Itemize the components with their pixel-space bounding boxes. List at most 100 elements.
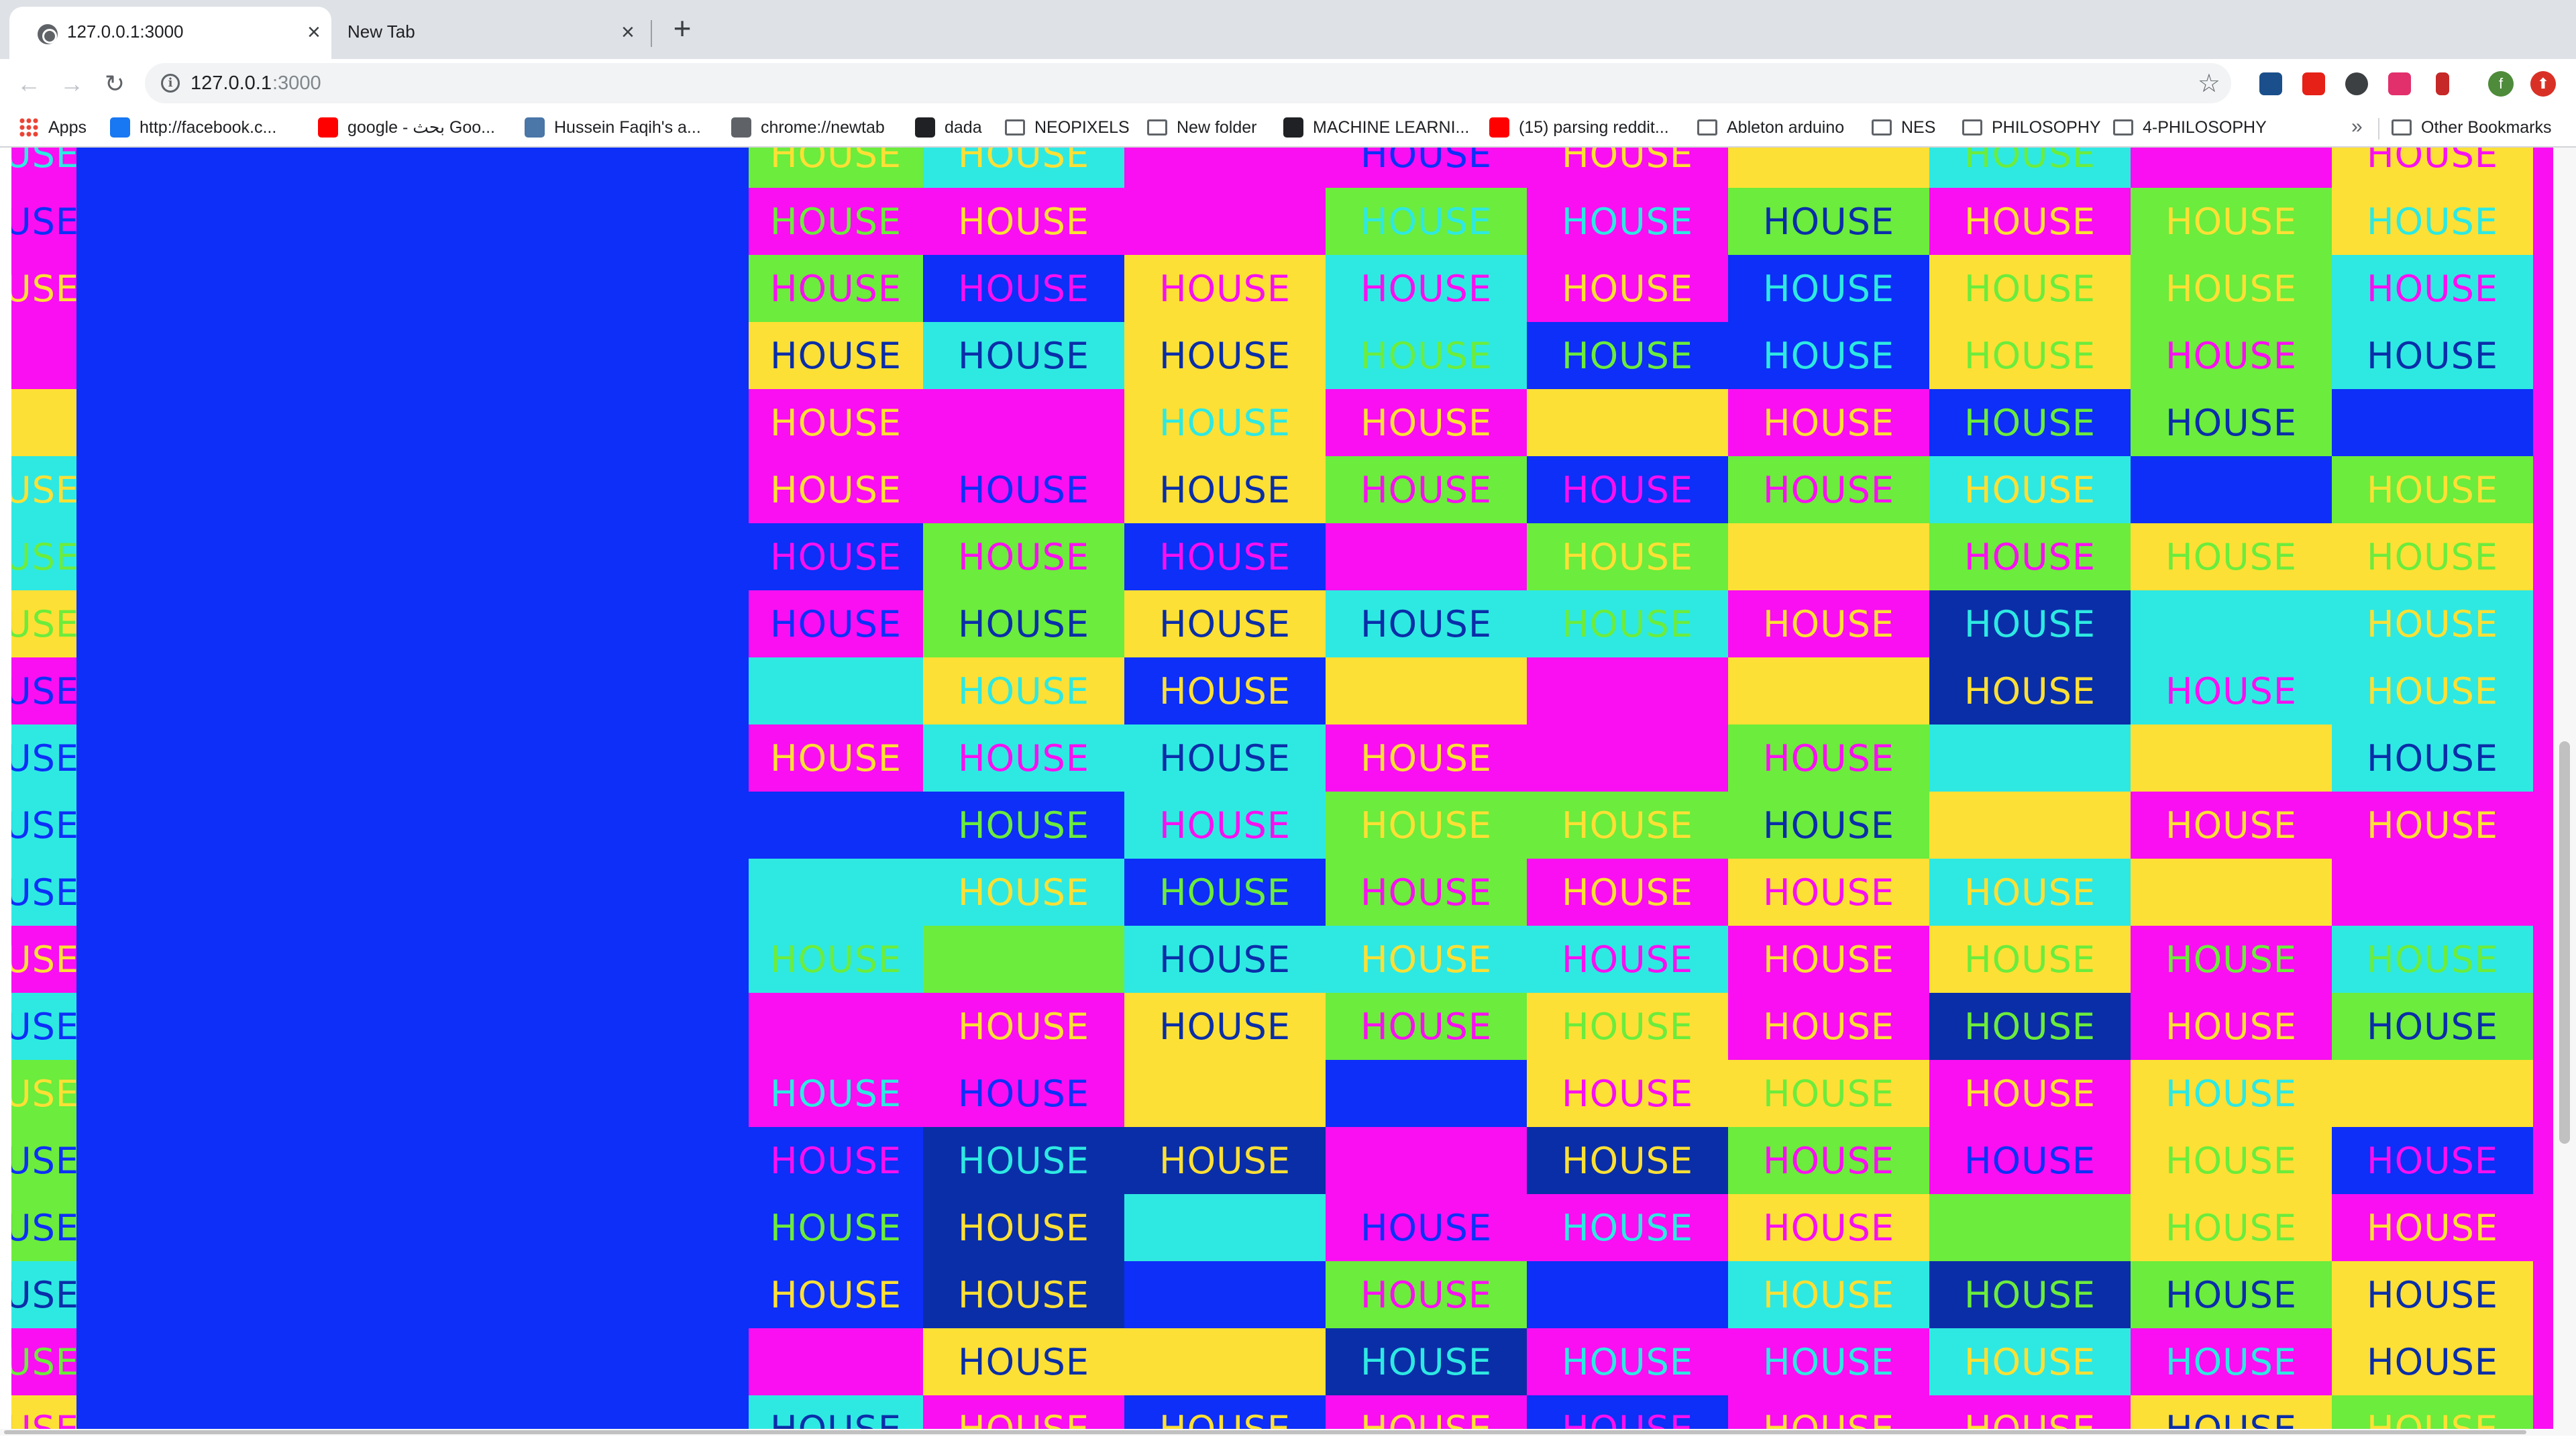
horizontal-scrollbar[interactable] — [0, 1429, 2553, 1436]
site-info-icon[interactable]: i — [161, 74, 180, 93]
other-bookmarks[interactable]: Other Bookmarks — [2392, 114, 2552, 141]
scrollbar-thumb[interactable] — [2559, 741, 2570, 1144]
bookmark-item[interactable]: dada — [915, 114, 982, 141]
extension-chart-icon[interactable] — [2259, 72, 2282, 95]
house-tile: HOUSE — [1728, 792, 1929, 859]
new-tab-button[interactable]: + — [667, 13, 697, 44]
house-tile — [923, 389, 1124, 456]
bookmark-label: NES — [1901, 117, 1936, 137]
bookmark-label: (15) parsing reddit... — [1519, 117, 1669, 137]
bookmark-label: NEOPIXELS — [1034, 117, 1130, 137]
house-tile: HOUSE — [1326, 993, 1527, 1060]
house-label: HOUSE — [1762, 1005, 1895, 1048]
house-tile: HOUSE — [1728, 993, 1929, 1060]
forward-button[interactable]: → — [54, 66, 90, 102]
bookmark-item[interactable]: NEOPIXELS — [1005, 114, 1130, 141]
bookmark-item[interactable]: Hussein Faqih's a... — [525, 114, 701, 141]
house-tile — [1124, 1194, 1326, 1261]
house-tile: HOUSE — [1527, 590, 1728, 657]
house-tile: HOUSE — [1728, 1328, 1929, 1395]
reload-button[interactable]: ↻ — [97, 66, 133, 102]
bookmark-item[interactable]: Ableton arduino — [1697, 114, 1844, 141]
house-label: HOUSE — [769, 267, 902, 310]
house-label: HOUSE — [2366, 1139, 2499, 1182]
house-tile: HOUSE — [1326, 188, 1527, 255]
house-label: HOUSE — [2165, 938, 2298, 981]
globe-icon — [38, 24, 58, 44]
house-label: HOUSE — [1561, 1206, 1694, 1249]
menu-update-icon[interactable]: ⬆ — [2530, 71, 2556, 97]
house-tile — [1326, 523, 1527, 590]
house-tile: HOUSE — [1124, 859, 1326, 926]
house-tile — [1527, 389, 1728, 456]
house-tile: HOUSE — [2131, 389, 2332, 456]
bookmark-item[interactable]: New folder — [1147, 114, 1257, 141]
bookmark-item[interactable]: http://facebook.c... — [110, 114, 276, 141]
house-label: HOUSE — [1159, 535, 1291, 578]
house-label: HOUSE — [2165, 535, 2298, 578]
vertical-scrollbar[interactable] — [2553, 148, 2576, 1436]
profile-avatar[interactable]: f — [2488, 71, 2514, 97]
extension-instagram-icon[interactable] — [2388, 72, 2411, 95]
house-label: HOUSE — [769, 938, 902, 981]
address-bar[interactable]: i 127.0.0.1 :3000 ☆ — [145, 63, 2231, 103]
scrollbar-thumb[interactable] — [4, 1430, 2526, 1434]
bookmark-item[interactable]: 4-PHILOSOPHY — [2113, 114, 2267, 141]
house-tile: HOUSE — [1527, 148, 1728, 188]
house-label: HOUSE — [1360, 1340, 1493, 1383]
bookmark-label: 4-PHILOSOPHY — [2143, 117, 2267, 137]
bookmark-item[interactable]: Apps — [19, 114, 87, 141]
house-label: HOUSE — [2366, 1273, 2499, 1316]
house-label: HOUSE — [1360, 938, 1493, 981]
tab-new-tab[interactable]: New Tab × — [331, 7, 651, 59]
house-tile: HOUSE — [2332, 456, 2533, 523]
house-label: HOUSE — [2366, 535, 2499, 578]
bookmark-item[interactable]: (15) parsing reddit... — [1489, 114, 1669, 141]
bookmark-star-icon[interactable]: ☆ — [2198, 68, 2220, 99]
close-tab-icon[interactable]: × — [307, 19, 321, 46]
house-tile — [749, 1328, 923, 1395]
house-label: HOUSE — [2366, 334, 2499, 377]
bookmark-label: Other Bookmarks — [2421, 117, 2552, 137]
bookmark-item[interactable]: PHILOSOPHY — [1962, 114, 2101, 141]
house-label: HOUSE — [769, 1206, 902, 1249]
house-tile: HOUSE — [2332, 148, 2533, 188]
facebook-icon — [110, 117, 130, 138]
tab-localhost[interactable]: 127.0.0.1:3000 × — [9, 7, 331, 59]
folder-icon — [1872, 119, 1892, 136]
house-tile: HOUSE — [749, 322, 923, 389]
extension-flag-icon[interactable] — [2436, 72, 2449, 95]
tab-title: New Tab — [347, 21, 415, 42]
house-label: HOUSE — [769, 737, 902, 780]
house-label: HOUSE — [1360, 401, 1493, 444]
house-label: HOUSE — [1360, 1005, 1493, 1048]
house-tile: HOUSE — [1728, 255, 1929, 322]
house-label: HOUSE — [1964, 938, 2096, 981]
back-button[interactable]: ← — [11, 66, 47, 102]
bookmark-label: google - بحث Goo... — [347, 118, 495, 137]
bookmark-item[interactable]: MACHINE LEARNI... — [1283, 114, 1469, 141]
house-label: HOUSE — [957, 602, 1090, 645]
house-label: HOUSE — [1561, 468, 1694, 511]
house-tile: HOUSE — [749, 255, 923, 322]
house-tile — [1728, 523, 1929, 590]
house-label: HOUSE — [1964, 148, 2096, 176]
bookmark-item[interactable]: google - بحث Goo... — [318, 114, 495, 141]
house-label: HOUSE — [1159, 669, 1291, 712]
house-tile: HOUSE — [2131, 255, 2332, 322]
vk-icon — [525, 117, 545, 138]
house-label: HOUSE — [1159, 267, 1291, 310]
bookmark-item[interactable]: NES — [1872, 114, 1935, 141]
house-tile: HOUSE — [1527, 1194, 1728, 1261]
house-label: HOUSE — [2366, 1340, 2499, 1383]
house-tile: HOUSE — [1728, 859, 1929, 926]
close-tab-icon[interactable]: × — [621, 19, 635, 46]
house-tile: HOUSE — [1124, 792, 1326, 859]
house-tile: HOUSE — [1929, 1328, 2131, 1395]
bookmarks-overflow-button[interactable]: » — [2351, 115, 2363, 138]
bookmark-item[interactable]: chrome://newtab — [731, 114, 885, 141]
extension-alien-icon[interactable] — [2345, 72, 2368, 95]
house-tile: HOUSE — [1124, 255, 1326, 322]
house-label: HOUSE — [2165, 267, 2298, 310]
extension-youtube-icon[interactable] — [2302, 72, 2325, 95]
